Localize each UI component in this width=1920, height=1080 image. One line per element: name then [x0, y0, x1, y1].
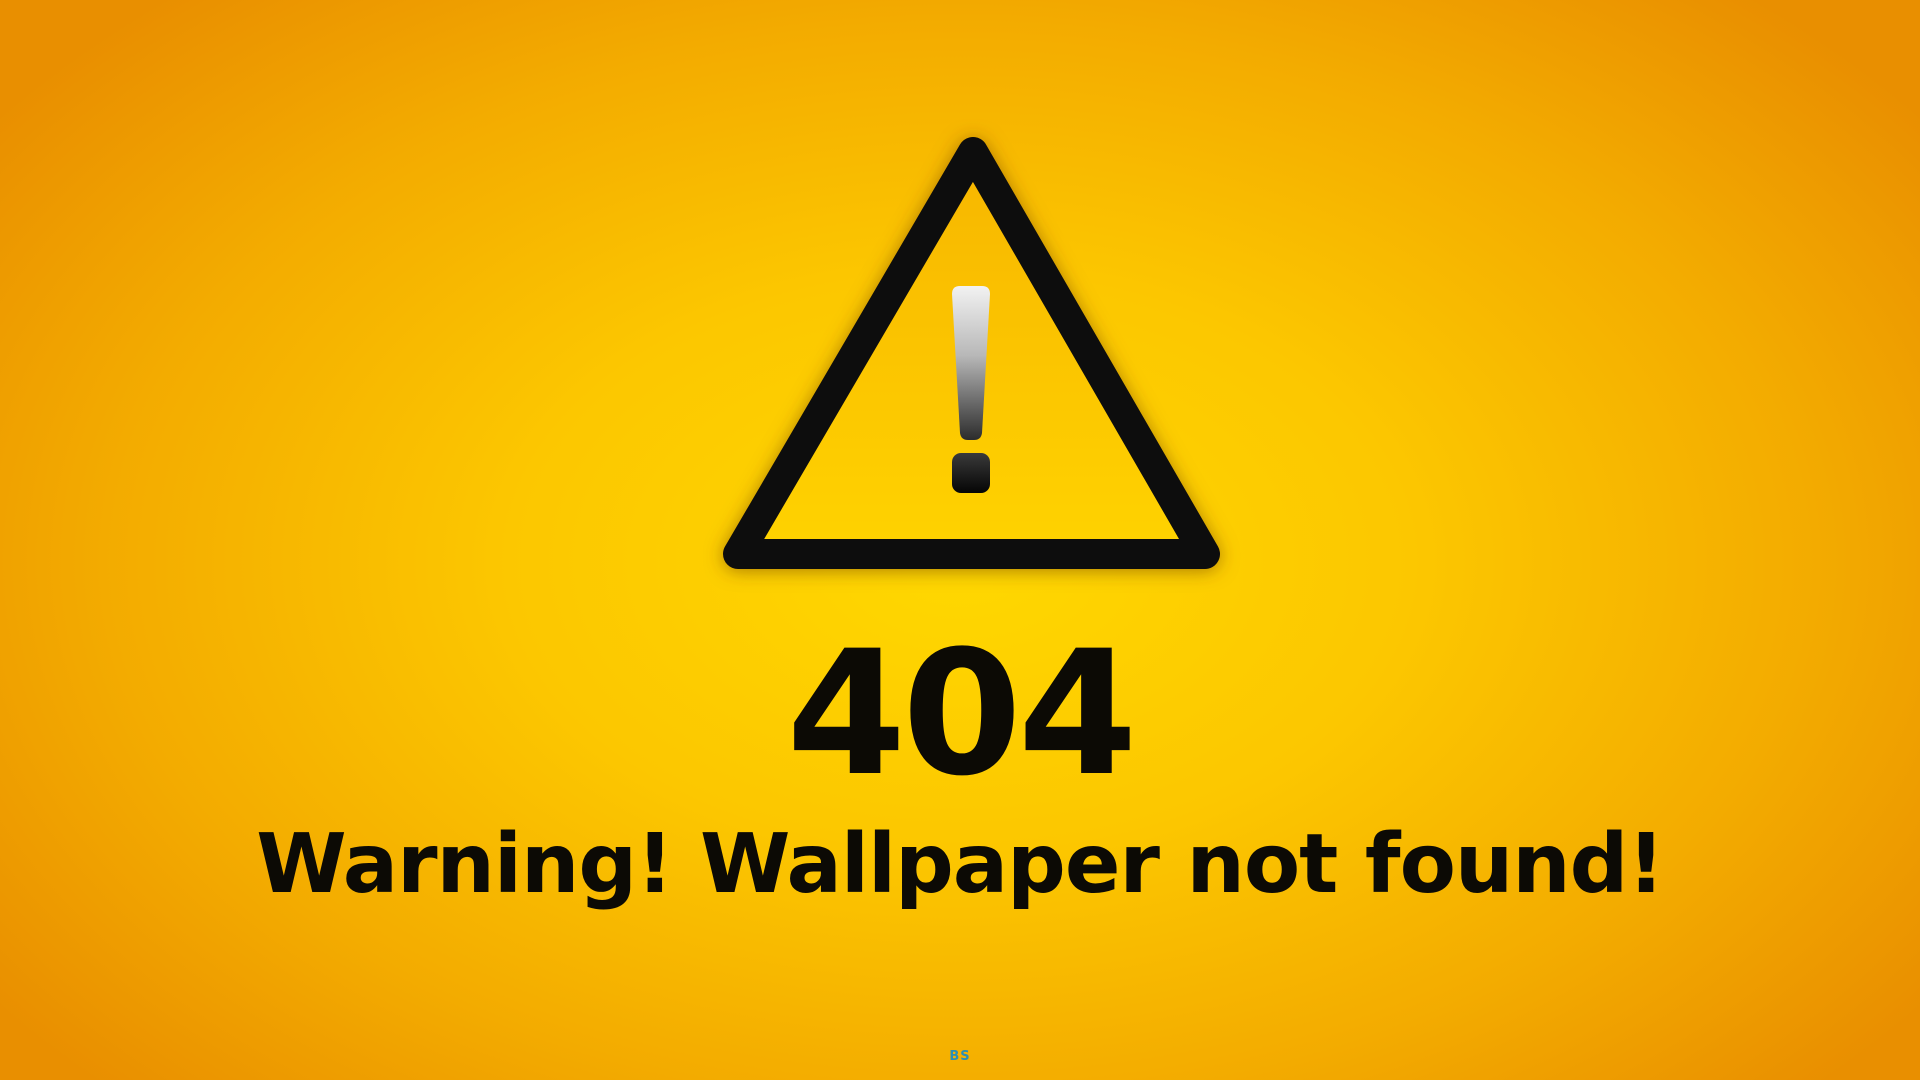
- error-code: 404: [786, 613, 1137, 814]
- warning-message: Warning! Wallpaper not found!: [256, 817, 1665, 912]
- exclamation-mark-icon: [952, 286, 990, 493]
- wallpaper-background: { "warning_sign": { "icon": "warning-tri…: [0, 0, 1920, 1080]
- warning-triangle-icon: [723, 137, 1220, 569]
- watermark-logo: BS: [949, 1049, 971, 1064]
- exclamation-dot: [952, 453, 990, 493]
